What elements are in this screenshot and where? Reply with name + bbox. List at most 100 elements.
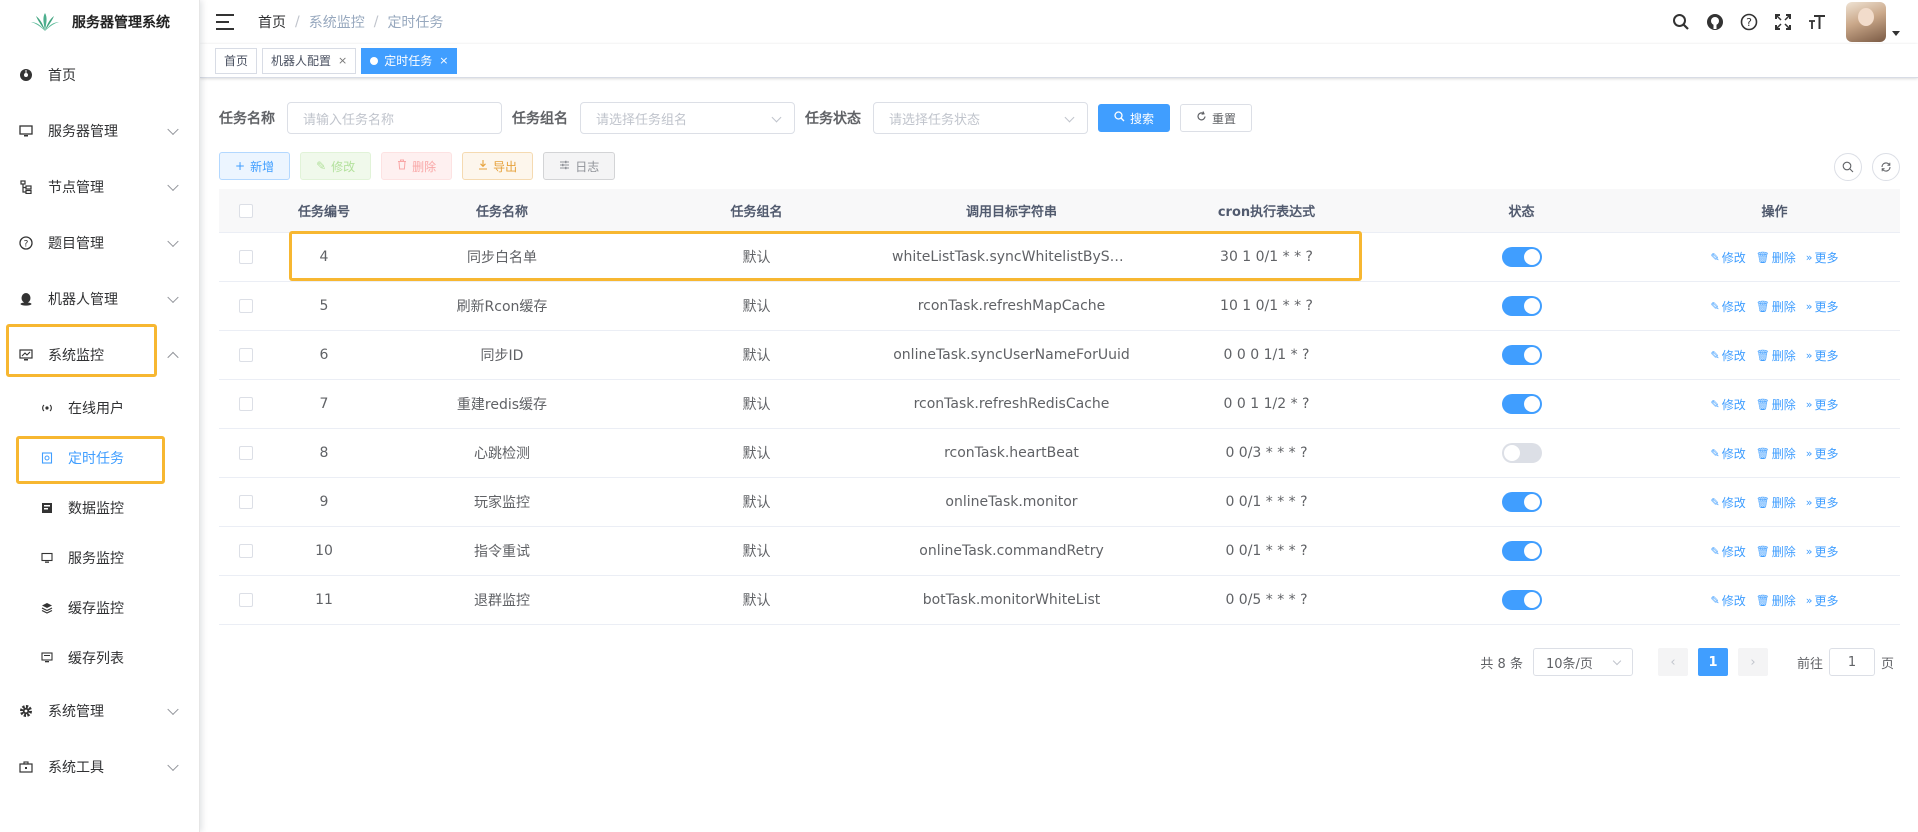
row-delete-button[interactable]: 🗑 删除 (1756, 494, 1796, 511)
github-icon[interactable] (1704, 11, 1726, 33)
status-switch[interactable] (1501, 541, 1542, 561)
row-more-button[interactable]: » 更多 (1806, 543, 1839, 560)
row-checkbox[interactable] (239, 495, 253, 509)
status-switch[interactable] (1501, 492, 1542, 512)
cell-invoke-target: onlineTask.syncUserNameForUuid (893, 347, 1130, 363)
row-delete-button[interactable]: 🗑 删除 (1756, 543, 1796, 560)
sidebar-subitem-scheduled-tasks[interactable]: 定时任务 (0, 433, 199, 483)
cell-job-group: 默认 (742, 446, 771, 462)
search-icon[interactable] (1670, 11, 1692, 33)
close-icon[interactable]: × (338, 49, 347, 73)
status-switch[interactable] (1501, 394, 1542, 414)
status-switch[interactable] (1501, 296, 1542, 316)
row-checkbox[interactable] (239, 593, 253, 607)
status-switch[interactable] (1501, 590, 1542, 610)
row-more-button[interactable]: » 更多 (1806, 298, 1839, 315)
row-delete-button[interactable]: 🗑 删除 (1756, 592, 1796, 609)
row-checkbox[interactable] (239, 397, 253, 411)
tag-home[interactable]: 首页 (215, 47, 258, 74)
row-edit-button[interactable]: ✎ 修改 (1711, 445, 1746, 462)
page-1-button[interactable]: 1 (1697, 648, 1728, 676)
cell-operations: ✎ 修改 🗑 删除 » 更多 (1649, 298, 1900, 315)
row-edit-button[interactable]: ✎ 修改 (1711, 347, 1746, 364)
chevron-down-icon (167, 703, 179, 716)
export-button[interactable]: 导出 (462, 152, 534, 180)
next-page-button[interactable]: › (1737, 648, 1768, 676)
sidebar-item-system-monitor[interactable]: 系统监控 (0, 327, 199, 383)
row-more-button[interactable]: » 更多 (1806, 445, 1839, 462)
sidebar-item-question-management[interactable]: ? 题目管理 (0, 215, 199, 271)
logo[interactable]: 服务器管理系统 (0, 0, 199, 44)
job-name-input[interactable]: 请输入任务名称 (287, 102, 502, 134)
row-edit-button[interactable]: ✎ 修改 (1711, 249, 1746, 266)
toggle-search-button[interactable] (1834, 153, 1862, 181)
avatar[interactable] (1846, 2, 1886, 42)
status-switch[interactable] (1501, 443, 1542, 463)
reset-button[interactable]: 重置 (1180, 104, 1253, 132)
trash-icon: 🗑 (1755, 446, 1770, 460)
row-edit-button[interactable]: ✎ 修改 (1711, 592, 1746, 609)
row-edit-button[interactable]: ✎ 修改 (1711, 543, 1746, 560)
sidebar-item-server-management[interactable]: 服务器管理 (0, 103, 199, 159)
job-status-select[interactable]: 请选择任务状态 (873, 102, 1088, 134)
hamburger-icon[interactable] (216, 14, 234, 30)
select-all-checkbox[interactable] (239, 203, 253, 218)
row-edit-button[interactable]: ✎ 修改 (1711, 396, 1746, 413)
row-delete-button[interactable]: 🗑 删除 (1756, 445, 1796, 462)
row-checkbox[interactable] (239, 446, 253, 460)
row-more-button[interactable]: » 更多 (1806, 347, 1839, 364)
add-button[interactable]: + 新增 (219, 152, 291, 180)
row-more-button[interactable]: » 更多 (1806, 592, 1839, 609)
sidebar-item-system-tools[interactable]: 系统工具 (0, 739, 199, 795)
sidebar-subitem-cache-monitor[interactable]: 缓存监控 (0, 583, 199, 633)
sidebar-subitem-cache-list[interactable]: 缓存列表 (0, 633, 199, 683)
row-delete-button[interactable]: 🗑 删除 (1756, 396, 1796, 413)
help-icon[interactable]: ? (1738, 11, 1760, 33)
row-checkbox[interactable] (239, 544, 253, 558)
row-edit-button[interactable]: ✎ 修改 (1711, 298, 1746, 315)
job-status-label: 任务状态 (805, 111, 861, 127)
refresh-button[interactable] (1872, 153, 1900, 181)
sidebar-item-system-management[interactable]: 系统管理 (0, 683, 199, 739)
row-checkbox[interactable] (239, 348, 253, 362)
caret-down-icon[interactable] (1892, 30, 1900, 36)
close-icon[interactable]: × (439, 49, 448, 73)
row-delete-button[interactable]: 🗑 删除 (1756, 347, 1796, 364)
sidebar-subitem-online-users[interactable]: 在线用户 (0, 383, 199, 433)
sidebar-item-node-management[interactable]: 节点管理 (0, 159, 199, 215)
double-arrow-right-icon: » (1805, 446, 1813, 460)
row-checkbox[interactable] (239, 250, 253, 264)
status-switch[interactable] (1501, 345, 1542, 365)
delete-button[interactable]: 删除 (381, 152, 453, 180)
sidebar-subitem-data-monitor[interactable]: 数据监控 (0, 483, 199, 533)
row-delete-button[interactable]: 🗑 删除 (1756, 249, 1796, 266)
tag-bot-config[interactable]: 机器人配置 × (262, 47, 357, 74)
row-more-button[interactable]: » 更多 (1806, 249, 1839, 266)
log-button[interactable]: 日志 (543, 152, 616, 180)
row-checkbox[interactable] (239, 299, 253, 313)
breadcrumb-home[interactable]: 首页 (258, 12, 286, 32)
job-group-select[interactable]: 请选择任务组名 (580, 102, 795, 134)
chevron-down-icon (167, 235, 179, 248)
row-more-button[interactable]: » 更多 (1806, 494, 1839, 511)
monitor-icon (18, 123, 34, 139)
font-size-icon[interactable] (1806, 11, 1828, 33)
cell-job-name: 刷新Rcon缓存 (456, 299, 548, 315)
row-more-button[interactable]: » 更多 (1806, 396, 1839, 413)
row-delete-button[interactable]: 🗑 删除 (1756, 298, 1796, 315)
goto-page-input[interactable]: 1 (1828, 648, 1875, 676)
cell-invoke-target: whiteListTask.syncWhitelistByServ... (892, 249, 1139, 265)
status-switch[interactable] (1501, 247, 1542, 267)
page-size-select[interactable]: 10条/页 (1532, 648, 1633, 676)
sidebar-item-home[interactable]: 首页 (0, 47, 199, 103)
sidebar-item-bot-management[interactable]: 机器人管理 (0, 271, 199, 327)
row-edit-button[interactable]: ✎ 修改 (1711, 494, 1746, 511)
search-form: 任务名称 请输入任务名称 任务组名 请选择任务组名 任务状态 请选择任务状态 搜… (219, 102, 1262, 134)
search-button[interactable]: 搜索 (1098, 104, 1171, 132)
edit-button[interactable]: ✎ 修改 (300, 152, 372, 180)
prev-page-button[interactable]: ‹ (1657, 648, 1688, 676)
tag-scheduled-tasks[interactable]: 定时任务 × (361, 47, 458, 74)
cell-job-name: 同步白名单 (467, 250, 537, 266)
sidebar-subitem-server-monitor[interactable]: 服务监控 (0, 533, 199, 583)
fullscreen-icon[interactable] (1772, 11, 1794, 33)
